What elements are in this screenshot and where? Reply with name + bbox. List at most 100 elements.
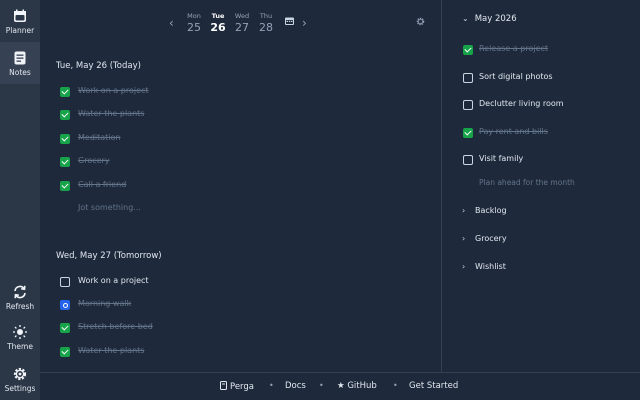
checkbox-unchecked[interactable] (463, 100, 473, 110)
footer-link-github[interactable]: ★ GitHub (337, 381, 377, 391)
task-label: Work on a project (78, 86, 149, 95)
checkbox-checked[interactable] (463, 128, 473, 138)
task-label: Work on a project (78, 276, 149, 285)
sidebar: Planner Notes Refresh Theme Settings (0, 0, 40, 400)
sidebar-item-notes[interactable]: Notes (0, 42, 40, 84)
checkbox-unchecked[interactable] (60, 277, 70, 287)
task-item[interactable]: Work on a project (60, 276, 420, 290)
task-label: Morning walk (78, 299, 132, 308)
checkbox-checked[interactable] (60, 87, 70, 97)
day-date: 26 (210, 21, 226, 34)
star-icon: ★ (337, 381, 345, 391)
sidebar-item-refresh[interactable]: Refresh (0, 284, 40, 320)
day-wed[interactable]: Wed 27 (230, 12, 254, 34)
task-label: Stretch before bed (78, 322, 153, 331)
footer-brand: Perga (230, 382, 255, 392)
panel-divider (441, 0, 442, 372)
task-item[interactable]: Call a friend (60, 180, 420, 194)
checkbox-checked[interactable] (60, 181, 70, 191)
day-name: Thu (259, 12, 273, 20)
footer-separator: • (269, 381, 274, 390)
group-label: Grocery (475, 234, 507, 243)
day-date: 25 (187, 21, 201, 34)
checkbox-checked[interactable] (463, 45, 473, 55)
checkbox-checked[interactable] (60, 110, 70, 120)
day-thu[interactable]: Thu 28 (254, 12, 278, 34)
task-label: Visit family (479, 154, 524, 163)
task-label: Release a project (479, 44, 549, 53)
task-item[interactable]: Meditation (60, 133, 420, 147)
gear-icon (13, 367, 27, 381)
footer-separator: • (319, 381, 324, 390)
chevron-right-icon: › (462, 262, 466, 271)
footer-separator: • (393, 381, 398, 390)
task-item[interactable]: Stretch before bed (60, 322, 420, 336)
month-task-item[interactable]: Release a project (463, 44, 633, 58)
sidebar-item-planner[interactable]: Planner (0, 0, 40, 42)
task-label: Pay rent and bills (479, 127, 548, 136)
month-title: May 2026 (474, 14, 517, 24)
sidebar-item-label: Planner (5, 26, 35, 35)
gear-icon[interactable] (416, 17, 425, 26)
sidebar-item-label: Theme (7, 342, 33, 351)
task-label: Call a friend (78, 180, 127, 189)
group-backlog[interactable]: › Backlog (462, 206, 507, 215)
group-wishlist[interactable]: › Wishlist (462, 262, 506, 271)
task-label: Water the plants (78, 346, 145, 355)
chevron-right-icon: › (462, 234, 466, 243)
sidebar-item-label: Refresh (5, 302, 35, 311)
footer-link-perga[interactable]: Perga (220, 381, 254, 392)
task-label: Sort digital photos (479, 72, 553, 81)
task-item[interactable]: Work on a project (60, 86, 420, 100)
checkbox-recurring[interactable] (60, 300, 70, 310)
sidebar-item-theme[interactable]: Theme (0, 324, 40, 360)
checkbox-unchecked[interactable] (463, 155, 473, 165)
task-item[interactable]: Water the plants (60, 346, 420, 360)
month-heading[interactable]: ⌄ May 2026 (462, 14, 517, 24)
new-month-task-input[interactable]: Plan ahead for the month (479, 178, 575, 187)
day-heading-today: Tue, May 26 (Today) (56, 61, 141, 71)
footer-link-docs[interactable]: Docs (285, 381, 306, 391)
day-date: 28 (259, 21, 273, 34)
sun-icon (13, 325, 27, 339)
calendar-icon[interactable] (285, 17, 294, 25)
task-item[interactable]: Morning walk (60, 299, 420, 313)
task-label: Water the plants (78, 109, 145, 118)
sidebar-item-label: Settings (4, 384, 36, 393)
chevron-right-icon: › (462, 206, 466, 215)
group-label: Backlog (475, 206, 507, 215)
group-label: Wishlist (475, 262, 506, 271)
task-item[interactable]: Water the plants (60, 109, 420, 123)
footer: Perga • Docs • ★ GitHub • Get Started (40, 372, 640, 400)
calendar-icon (14, 9, 26, 22)
day-name: Tue (211, 12, 225, 20)
task-label: Meditation (78, 133, 121, 142)
new-task-input[interactable]: Jot something... (78, 203, 141, 212)
note-icon (14, 51, 26, 65)
footer-link-get-started[interactable]: Get Started (409, 381, 458, 391)
day-heading-tomorrow: Wed, May 27 (Tomorrow) (56, 251, 162, 261)
task-item[interactable]: Grocery (60, 156, 420, 170)
checkbox-unchecked[interactable] (463, 73, 473, 83)
checkbox-checked[interactable] (60, 323, 70, 333)
checkbox-checked[interactable] (60, 347, 70, 357)
month-task-item[interactable]: Declutter living room (463, 99, 633, 113)
month-task-item[interactable]: Visit family (463, 154, 633, 168)
sidebar-item-label: Notes (9, 68, 31, 77)
day-date: 27 (235, 21, 249, 34)
task-label: Declutter living room (479, 99, 564, 108)
checkbox-checked[interactable] (60, 157, 70, 167)
sidebar-item-settings[interactable]: Settings (0, 366, 40, 400)
refresh-icon (14, 285, 26, 299)
day-tue[interactable]: Tue 26 (206, 12, 230, 34)
task-label: Grocery (78, 156, 110, 165)
day-name: Mon (187, 12, 201, 20)
chevron-left-icon[interactable]: ‹ (169, 16, 174, 30)
month-task-item[interactable]: Pay rent and bills (463, 127, 633, 141)
group-grocery[interactable]: › Grocery (462, 234, 507, 243)
chevron-down-icon: ⌄ (462, 14, 469, 23)
checkbox-checked[interactable] (60, 134, 70, 144)
chevron-right-icon[interactable]: › (302, 16, 307, 30)
day-mon[interactable]: Mon 25 (182, 12, 206, 34)
month-task-item[interactable]: Sort digital photos (463, 72, 633, 86)
